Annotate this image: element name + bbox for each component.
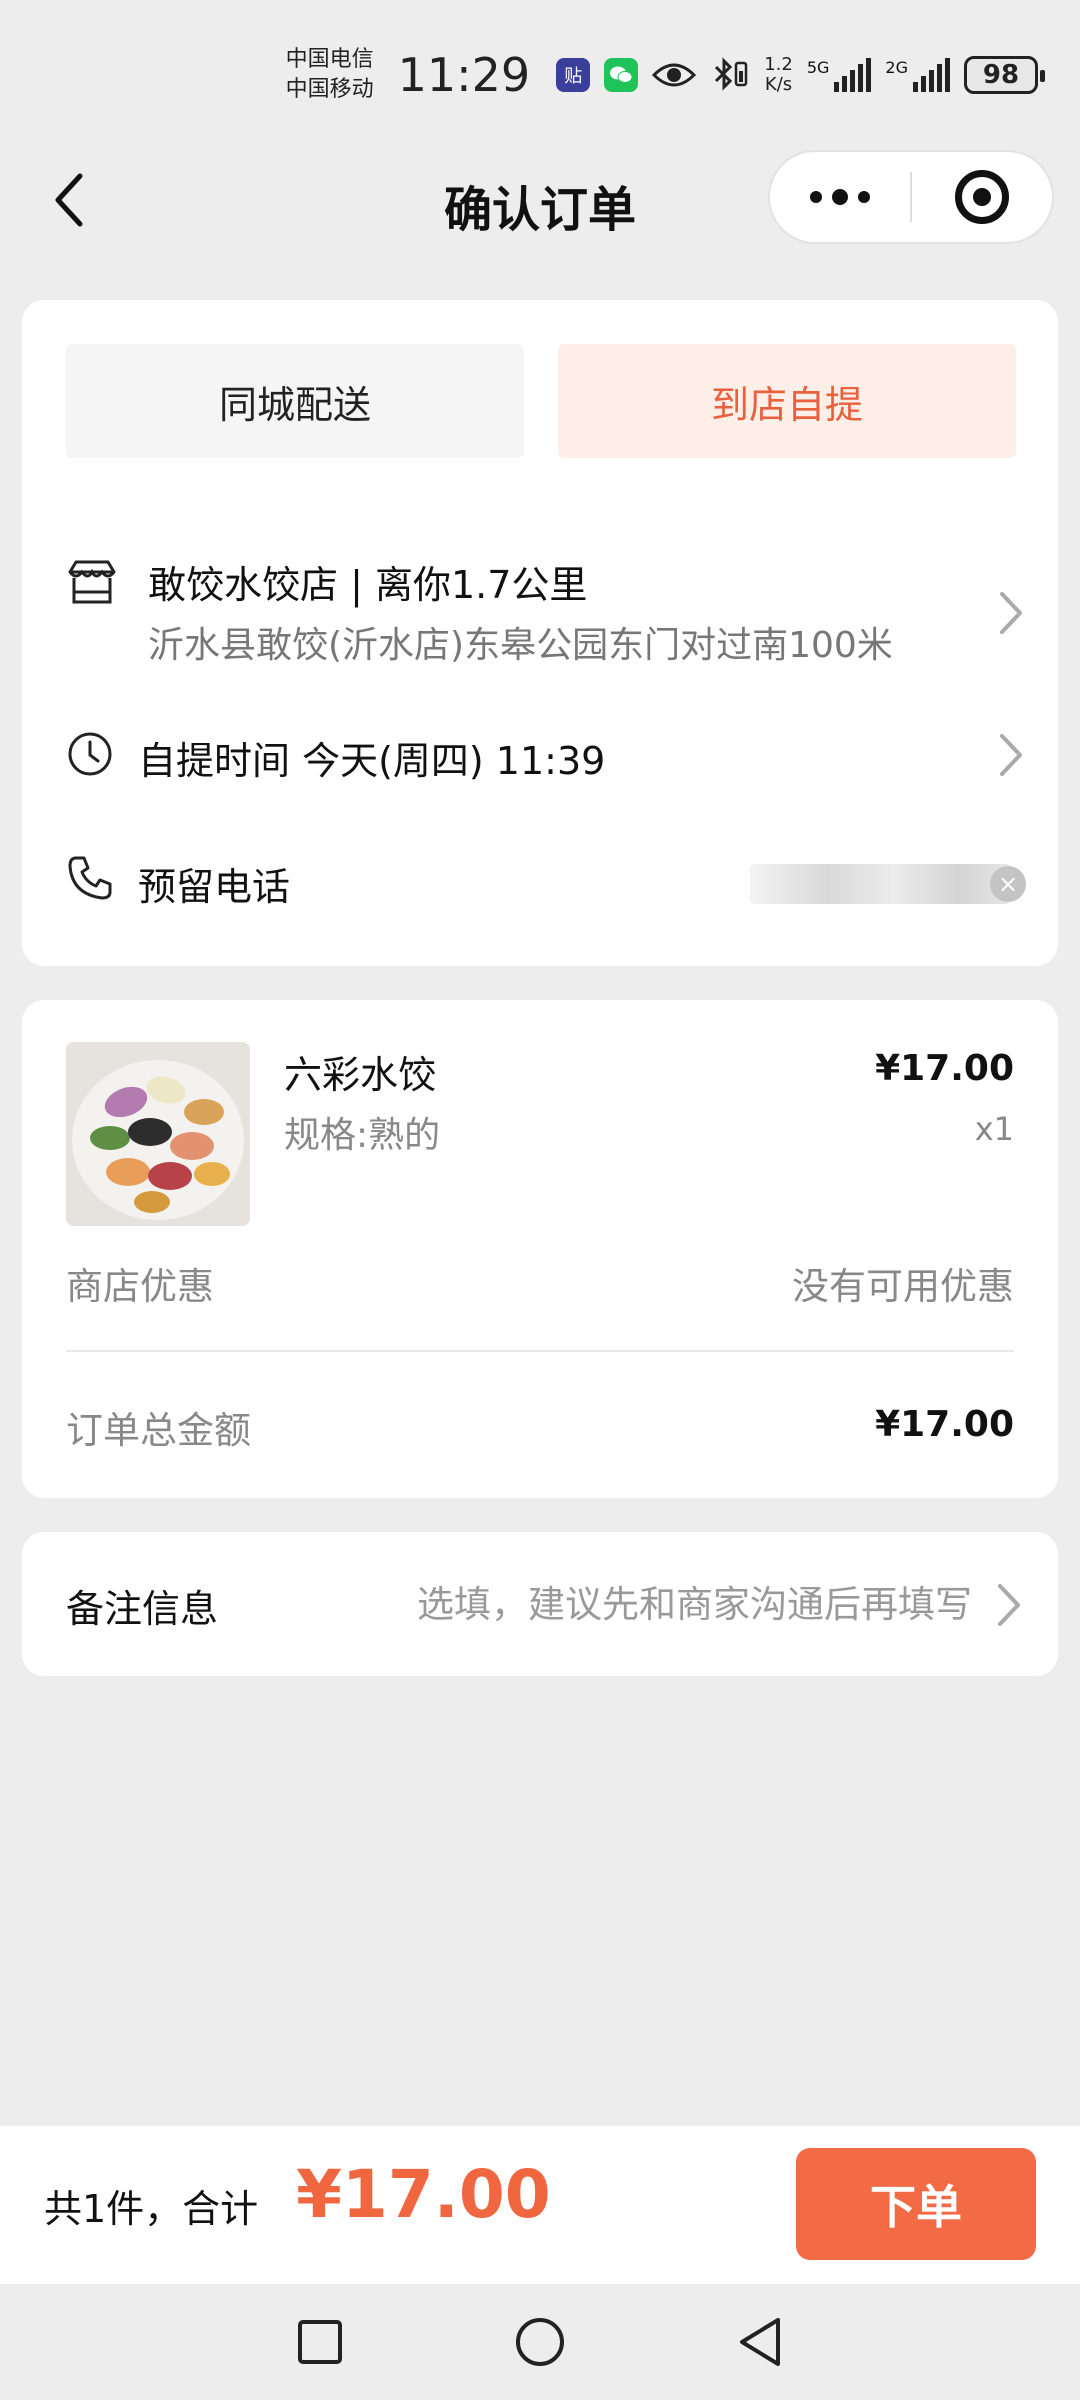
clock-icon	[68, 732, 112, 776]
system-back-button[interactable]	[730, 2312, 790, 2372]
order-total-label: 订单总金额	[66, 1409, 251, 1452]
store-address: 沂水县敢饺(沂水店)东皋公园东门对过南100米	[148, 625, 893, 666]
store-name: 敢饺水饺店 | 离你1.7公里	[148, 563, 588, 607]
more-dots-icon	[810, 191, 822, 203]
triangle-back-icon	[740, 2318, 780, 2366]
carrier-info: 中国电信 中国移动	[286, 45, 374, 105]
eye-icon	[652, 60, 697, 90]
net-speed-value: 1.2	[764, 54, 793, 75]
signal-5g-icon: 5G	[807, 58, 872, 92]
chevron-right-icon	[998, 1584, 1020, 1626]
square-icon	[298, 2320, 342, 2364]
product-quantity: x1	[974, 1110, 1014, 1148]
nav-bar: 确认订单	[0, 150, 1080, 250]
phone-row: 预留电话 ×	[66, 850, 1026, 910]
order-card: 六彩水饺 规格:熟的 ¥17.00 x1 商店优惠 没有可用优惠 订单总金额 ¥…	[22, 1000, 1058, 1498]
more-button[interactable]	[770, 189, 910, 205]
signal-1-tag: 5G	[806, 58, 830, 77]
battery-level: 98	[982, 60, 1020, 90]
carrier-2: 中国移动	[285, 77, 374, 102]
phone-input-redacted[interactable]	[750, 864, 1010, 904]
signal-2-tag: 2G	[885, 58, 908, 77]
tab-store-pickup[interactable]: 到店自提	[558, 344, 1016, 458]
signal-2g-icon: 2G	[885, 58, 950, 92]
product-price: ¥17.00	[875, 1048, 1014, 1089]
product-name: 六彩水饺	[284, 1053, 437, 1097]
clear-icon[interactable]: ×	[990, 866, 1026, 902]
pickup-time-row[interactable]: 自提时间 今天(周四) 11:39	[66, 724, 1026, 784]
order-total-value: ¥17.00	[875, 1404, 1014, 1445]
phone-label: 预留电话	[138, 865, 291, 909]
target-icon	[954, 170, 1009, 224]
status-time: 11:29	[397, 48, 531, 102]
net-speed: 1.2 K/s	[764, 55, 793, 95]
battery-icon: 98	[964, 56, 1045, 94]
discount-value: 没有可用优惠	[792, 1265, 1014, 1308]
net-speed-unit: K/s	[764, 74, 793, 95]
remark-input[interactable]	[322, 1576, 972, 1632]
wechat-icon	[604, 58, 639, 92]
pickup-time: 自提时间 今天(周四) 11:39	[138, 739, 606, 783]
discount-label: 商店优惠	[66, 1265, 214, 1308]
bluetooth-icon	[710, 57, 750, 93]
system-navigation-bar	[0, 2284, 1080, 2400]
total-amount: ¥17.00	[296, 2156, 551, 2233]
store-icon	[68, 560, 116, 604]
place-order-button[interactable]: 下单	[796, 2148, 1036, 2260]
item-summary: 共1件，合计	[44, 2187, 259, 2231]
checkout-bar: 共1件，合计 ¥17.00 下单	[0, 2126, 1080, 2284]
delivery-tabs: 同城配送 到店自提	[66, 344, 1016, 458]
home-button[interactable]	[510, 2312, 570, 2372]
status-bar: 中国电信 中国移动 11:29 贴 1.2 K/s 5G 2G 98	[0, 0, 1080, 150]
product-image	[66, 1042, 250, 1226]
chevron-right-icon	[1000, 734, 1022, 776]
chevron-right-icon	[1000, 592, 1022, 634]
remark-label: 备注信息	[66, 1587, 219, 1631]
tieba-app-icon: 贴	[556, 58, 591, 92]
divider	[66, 1350, 1014, 1352]
tab-city-delivery[interactable]: 同城配送	[66, 344, 524, 458]
recents-button[interactable]	[290, 2312, 350, 2372]
delivery-card: 同城配送 到店自提 敢饺水饺店 | 离你1.7公里 沂水县敢饺(沂水店)东皋公园…	[22, 300, 1058, 966]
product-spec: 规格:熟的	[284, 1115, 441, 1156]
miniprogram-capsule	[768, 150, 1054, 244]
store-row[interactable]: 敢饺水饺店 | 离你1.7公里 沂水县敢饺(沂水店)东皋公园东门对过南100米	[66, 550, 1026, 670]
carrier-1: 中国电信	[285, 47, 374, 72]
circle-icon	[516, 2318, 564, 2366]
close-miniprogram-button[interactable]	[912, 170, 1052, 224]
remark-card: 备注信息	[22, 1532, 1058, 1676]
phone-icon	[68, 856, 112, 900]
